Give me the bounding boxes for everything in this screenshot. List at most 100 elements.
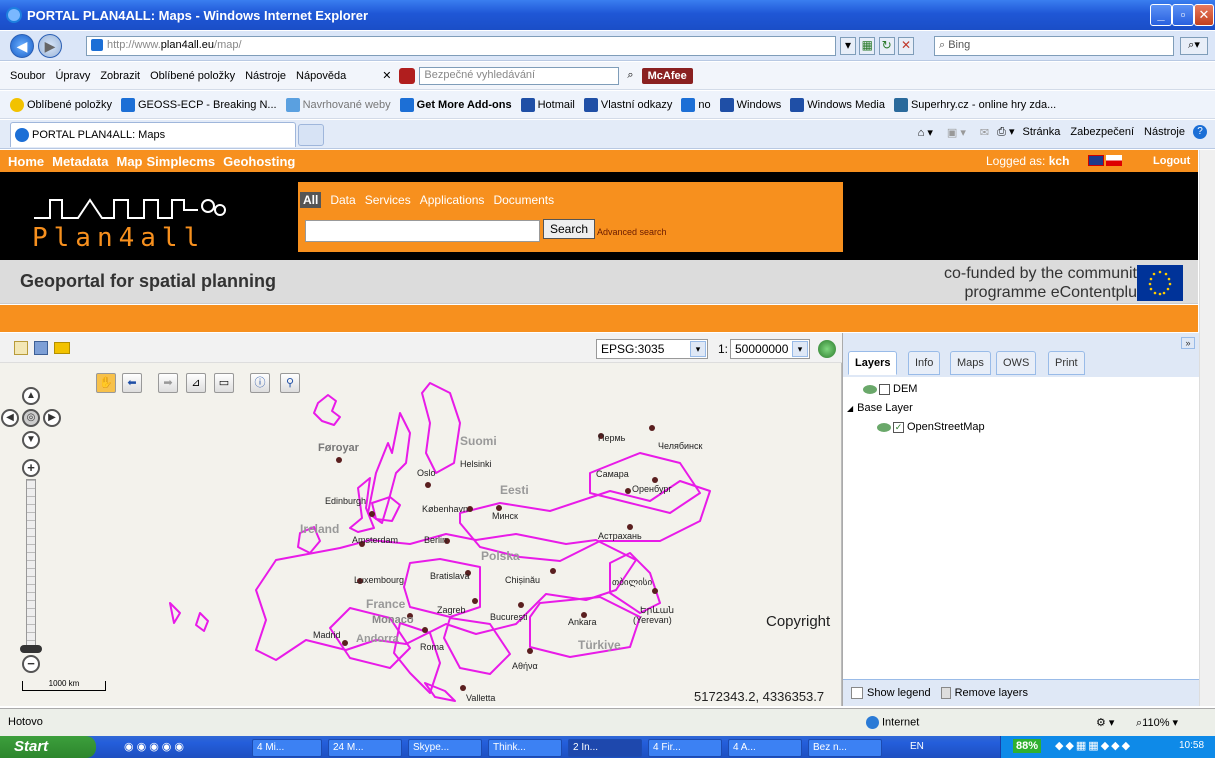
- pin-icon[interactable]: ⚲: [280, 373, 300, 393]
- nav-geohosting[interactable]: Geohosting: [223, 154, 295, 169]
- map-canvas[interactable]: Føroyar Suomi Пермь Челябинск Oslo Helsi…: [0, 363, 842, 706]
- fav-geoss[interactable]: GEOSS-ECP - Breaking N...: [121, 97, 277, 112]
- nav-metadata[interactable]: Metadata: [52, 154, 108, 169]
- expand-icon[interactable]: ◢: [847, 399, 853, 418]
- fav-no[interactable]: no: [681, 97, 711, 112]
- taskbar-item-skype[interactable]: Skype...: [408, 739, 482, 757]
- search-tab-data[interactable]: Data: [330, 193, 355, 207]
- feeds-icon[interactable]: ▣ ▾: [947, 126, 966, 139]
- tray-icons[interactable]: ◆◆▦▦◆◆◆: [1055, 739, 1132, 752]
- search-tab-applications[interactable]: Applications: [420, 193, 485, 207]
- taskbar-item-acrobat[interactable]: 4 A...: [728, 739, 802, 757]
- new-tab-button[interactable]: [298, 124, 324, 146]
- layer-checkbox-checked[interactable]: ✓: [893, 422, 904, 433]
- zoom-out-button[interactable]: −: [22, 655, 40, 673]
- fav-suggested[interactable]: Navrhované weby: [285, 97, 391, 112]
- show-legend-button[interactable]: Show legend: [851, 687, 931, 699]
- refresh-icon[interactable]: ↻: [878, 37, 895, 55]
- mcafee-button[interactable]: McAfee: [641, 67, 693, 84]
- menu-nastroje[interactable]: Nástroje: [245, 70, 286, 82]
- search-tab-services[interactable]: Services: [365, 193, 411, 207]
- portal-search-input[interactable]: [305, 220, 540, 242]
- close-toolbar-icon[interactable]: ✕: [382, 69, 391, 82]
- security-menu[interactable]: Zabezpečení: [1070, 126, 1134, 138]
- stop-icon[interactable]: ✕: [898, 37, 915, 55]
- favorites-button[interactable]: Oblíbené položky: [10, 97, 112, 112]
- pan-down-button[interactable]: ▼: [22, 431, 40, 449]
- forward-button[interactable]: ▶: [38, 34, 62, 58]
- maximize-button[interactable]: ▫: [1172, 4, 1194, 26]
- nav-map[interactable]: Map: [116, 154, 142, 169]
- advanced-search-link[interactable]: Advanced search: [597, 227, 667, 237]
- open-folder-icon[interactable]: [54, 342, 70, 354]
- fav-windows[interactable]: Windows: [719, 97, 781, 112]
- language-indicator[interactable]: EN: [910, 741, 924, 752]
- battery-indicator[interactable]: 88%: [1013, 739, 1042, 753]
- taskbar-item-mail[interactable]: 4 Mi...: [252, 739, 322, 757]
- collapse-icon[interactable]: »: [1181, 337, 1195, 349]
- fav-superhry[interactable]: Superhry.cz - online hry zda...: [893, 97, 1056, 112]
- pan-center-button[interactable]: ◎: [22, 409, 40, 427]
- pan-hand-icon[interactable]: ✋: [96, 373, 116, 393]
- nav-simplecms[interactable]: Simplecms: [146, 154, 215, 169]
- pan-up-button[interactable]: ▲: [22, 387, 40, 405]
- scale-select[interactable]: 50000000 ▾: [730, 339, 810, 359]
- layer-osm[interactable]: ✓ OpenStreetMap: [847, 418, 985, 437]
- taskbar-item-messenger[interactable]: 24 M...: [328, 739, 402, 757]
- zoom-in-button[interactable]: +: [22, 459, 40, 477]
- tab-maps[interactable]: Maps: [950, 351, 991, 375]
- cz-flag-icon[interactable]: [1106, 155, 1122, 166]
- pan-right-button[interactable]: ▶: [43, 409, 61, 427]
- safe-search-icon[interactable]: ⌕: [627, 69, 633, 82]
- zoom-slider-handle[interactable]: [20, 645, 42, 653]
- projection-select[interactable]: EPSG:3035 ▾: [596, 339, 708, 359]
- compat-icon[interactable]: ▦: [859, 37, 876, 55]
- print-icon[interactable]: ⎙ ▾: [997, 125, 1014, 139]
- menu-oblibene[interactable]: Oblíbené položky: [150, 70, 235, 82]
- quicklaunch-icons[interactable]: ◉◉◉◉◉: [124, 740, 187, 753]
- save-icon[interactable]: [34, 341, 48, 355]
- home-icon[interactable]: ⌂ ▾: [918, 126, 933, 139]
- fav-addons[interactable]: Get More Add-ons: [399, 97, 512, 112]
- close-button[interactable]: ✕: [1194, 4, 1214, 26]
- dropdown-icon[interactable]: ▾: [840, 37, 856, 55]
- tools-menu[interactable]: Nástroje: [1144, 126, 1185, 138]
- tab-info[interactable]: Info: [908, 351, 941, 375]
- zoom-slider[interactable]: [26, 479, 36, 647]
- tab-print[interactable]: Print: [1048, 351, 1085, 375]
- page-scrollbar[interactable]: [1199, 150, 1215, 706]
- forward-arrow-icon[interactable]: ➡: [158, 373, 178, 393]
- fav-windows-media[interactable]: Windows Media: [790, 97, 885, 112]
- layer-checkbox[interactable]: [879, 384, 890, 395]
- mail-icon[interactable]: ✉: [980, 126, 989, 139]
- new-document-icon[interactable]: [14, 341, 28, 355]
- info-icon[interactable]: ⓘ: [250, 373, 270, 393]
- tab-ows[interactable]: OWS: [996, 351, 1037, 375]
- taskbar-item-notepad[interactable]: Bez n...: [808, 739, 882, 757]
- layer-dem[interactable]: DEM: [847, 380, 985, 399]
- protected-mode-icon[interactable]: ⚙ ▾: [1096, 716, 1114, 729]
- measure-line-icon[interactable]: ⊿: [186, 373, 206, 393]
- search-icon[interactable]: ⌕▾: [1180, 37, 1208, 55]
- tab-portal[interactable]: PORTAL PLAN4ALL: Maps: [10, 122, 296, 147]
- taskbar-item-think[interactable]: Think...: [488, 739, 562, 757]
- url-field[interactable]: http://www.plan4all.eu/map/: [86, 36, 836, 56]
- page-menu[interactable]: Stránka: [1023, 126, 1061, 138]
- taskbar-item-firefox[interactable]: 4 Fir...: [648, 739, 722, 757]
- back-button[interactable]: ◀: [10, 34, 34, 58]
- nav-home[interactable]: Home: [8, 154, 44, 169]
- pan-left-button[interactable]: ◀: [1, 409, 19, 427]
- portal-search-button[interactable]: Search: [543, 219, 595, 239]
- menu-zobrazit[interactable]: Zobrazit: [100, 70, 140, 82]
- measure-area-icon[interactable]: ▭: [214, 373, 234, 393]
- bing-search-input[interactable]: ⌕ Bing: [934, 36, 1174, 56]
- fav-hotmail[interactable]: Hotmail: [520, 97, 575, 112]
- remove-layers-button[interactable]: Remove layers: [940, 687, 1028, 699]
- tab-layers[interactable]: Layers: [848, 351, 898, 375]
- start-button[interactable]: Start: [0, 736, 96, 758]
- safe-search-input[interactable]: Bezpečné vyhledávání: [419, 66, 620, 85]
- help-icon[interactable]: ?: [1193, 125, 1207, 139]
- layer-group-base[interactable]: ◢ Base Layer: [847, 399, 985, 418]
- uk-flag-icon[interactable]: [1088, 155, 1104, 166]
- taskbar-item-ie[interactable]: 2 In...: [568, 739, 642, 757]
